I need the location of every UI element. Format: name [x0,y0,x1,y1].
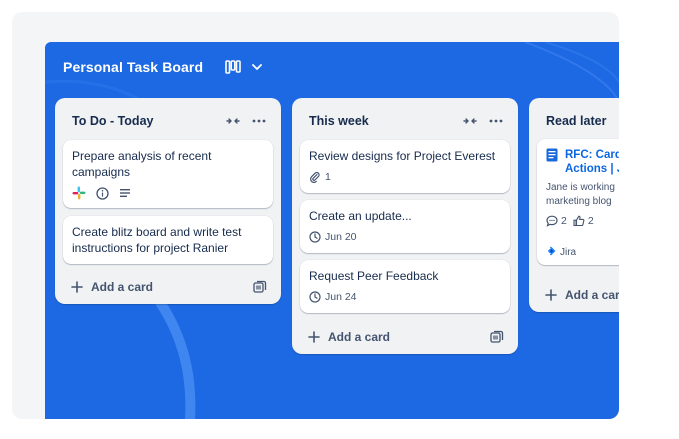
card-template-icon[interactable] [253,280,267,294]
source-label: Jira [560,247,577,258]
card-title-line-1: RFC: Card [565,149,619,161]
comments-badge: 2 [546,215,567,227]
card-description-line-2: marketing blog [546,196,612,207]
card-title: Prepare analysis of recent campaigns [72,149,212,179]
plus-icon [70,280,84,294]
collapse-list-icon[interactable] [223,112,243,130]
add-card-label: Add a card [91,280,154,294]
list-title[interactable]: This week [309,114,369,128]
card[interactable]: Review designs for Project Everest 1 [300,140,510,193]
jira-source: Jira [546,246,576,259]
thumbs-up-icon [573,215,585,227]
due-date-badge: Jun 20 [309,231,357,243]
app-frame: Personal Task Board To Do - Today Prepar… [12,12,619,419]
board-columns-icon[interactable] [225,57,241,77]
board-header: Personal Task Board [63,56,263,78]
card[interactable]: Create an update... Jun 20 [300,200,510,253]
card[interactable]: Prepare analysis of recent campaigns [63,140,273,208]
list-title[interactable]: Read later [546,114,606,128]
card-title-line-2: Actions | J [565,163,619,175]
card-description-line-1: Jane is working [546,182,615,193]
more-options-icon[interactable] [249,112,269,130]
list-header: To Do - Today [72,112,269,130]
card-template-icon[interactable] [490,330,504,344]
due-date: Jun 24 [325,291,357,303]
card-title: Create blitz board and write test instru… [72,225,242,255]
collapse-list-icon[interactable] [460,112,480,130]
comment-count: 2 [561,215,567,227]
clock-icon [309,291,321,303]
info-icon [96,186,109,200]
chevron-down-icon[interactable] [251,57,263,77]
card-title: Request Peer Feedback [309,269,439,283]
paperclip-icon [309,171,321,183]
add-card-button[interactable]: Add a card [307,328,504,346]
due-date: Jun 20 [325,231,357,243]
add-card-button[interactable]: Add a card [544,286,619,304]
card[interactable]: Request Peer Feedback Jun 24 [300,260,510,313]
slack-icon [72,186,86,200]
more-options-icon[interactable] [486,112,506,130]
board: Personal Task Board To Do - Today Prepar… [45,42,619,419]
list-title[interactable]: To Do - Today [72,114,153,128]
plus-icon [544,288,558,302]
card[interactable]: Create blitz board and write test instru… [63,216,273,264]
list-header: Read later [546,112,619,130]
due-date-badge: Jun 24 [309,291,357,303]
list-this-week: This week Review designs for Project Eve… [292,98,518,354]
card-title: Review designs for Project Everest [309,149,496,163]
list-header: This week [309,112,506,130]
add-card-label: Add a card [328,330,391,344]
card-title: Create an update... [309,209,412,223]
document-icon [546,148,558,176]
clock-icon [309,231,321,243]
vote-count: 2 [587,215,594,227]
card[interactable]: RFC: Card Actions | J Jane is working ma… [537,139,619,265]
description-icon [119,188,131,198]
attachment-count: 1 [325,171,331,183]
list-read-later: Read later RFC: Card Actions | J Jane is… [529,98,619,312]
add-card-label: Add a card [565,288,619,302]
plus-icon [307,330,321,344]
add-card-button[interactable]: Add a card [70,278,267,296]
jira-icon [546,246,556,259]
votes-badge: 2 [573,215,594,227]
comment-icon [546,215,558,227]
attachment-badge: 1 [309,171,331,183]
board-title[interactable]: Personal Task Board [63,59,203,75]
list-to-do-today: To Do - Today Prepare analysis of recent… [55,98,281,304]
